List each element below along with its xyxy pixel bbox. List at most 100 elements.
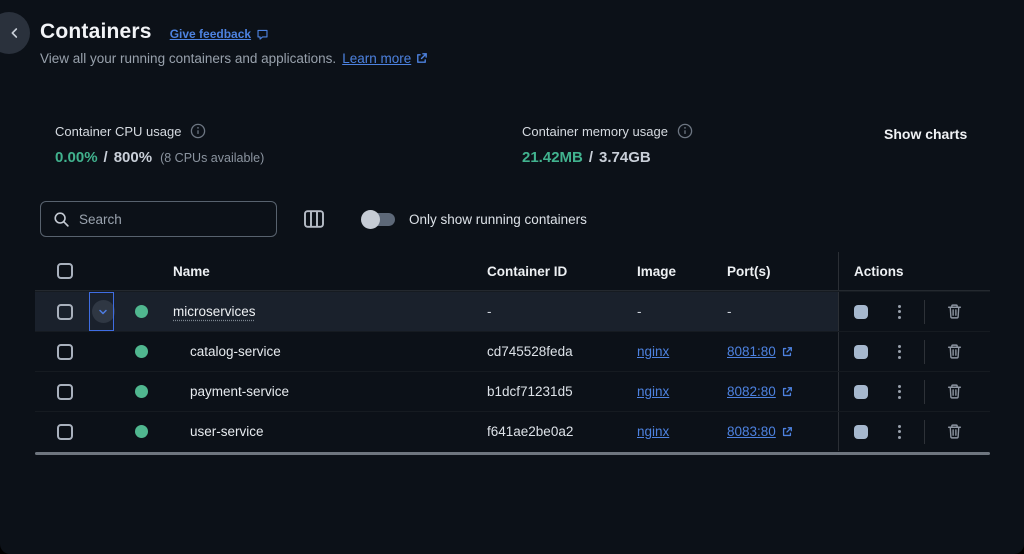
row-checkbox[interactable] (57, 304, 73, 320)
select-all-checkbox[interactable] (57, 263, 73, 279)
table-row-payment-service[interactable]: payment-service b1dcf71231d5 nginx 8082:… (35, 371, 990, 411)
running-only-toggle-label: Only show running containers (409, 212, 587, 227)
chevron-down-icon (97, 306, 109, 318)
stop-button[interactable] (854, 385, 868, 399)
stop-button[interactable] (854, 425, 868, 439)
cpu-note: (8 CPUs available) (160, 151, 264, 165)
give-feedback-label: Give feedback (170, 27, 251, 41)
search-box[interactable] (40, 201, 277, 237)
info-icon[interactable] (677, 123, 693, 139)
more-actions-button[interactable] (894, 341, 905, 363)
image-link[interactable]: nginx (637, 424, 669, 439)
toggle-knob (361, 210, 380, 229)
ports-cell: - (717, 292, 838, 331)
memory-usage-label: Container memory usage (522, 124, 668, 139)
external-link-icon (781, 346, 793, 358)
column-header-image: Image (627, 252, 717, 290)
container-id-cell: - (477, 292, 627, 331)
status-running-dot (135, 305, 148, 318)
delete-button[interactable] (946, 383, 963, 400)
stop-button[interactable] (854, 345, 868, 359)
subtitle-text: View all your running containers and app… (40, 51, 336, 66)
row-checkbox[interactable] (57, 384, 73, 400)
port-link[interactable]: 8081:80 (727, 344, 793, 359)
actions-divider (924, 300, 925, 324)
more-actions-button[interactable] (894, 301, 905, 323)
memory-total-value: 3.74GB (599, 149, 651, 166)
container-id-cell: f641ae2be0a2 (477, 412, 627, 451)
search-input[interactable] (79, 212, 264, 227)
image-cell: - (627, 292, 717, 331)
memory-separator: / (589, 149, 593, 166)
delete-button[interactable] (946, 423, 963, 440)
kebab-icon (898, 345, 901, 348)
trash-icon (946, 383, 963, 400)
search-icon (53, 211, 70, 228)
delete-button[interactable] (946, 343, 963, 360)
feedback-icon (256, 28, 269, 41)
status-running-dot (135, 385, 148, 398)
table-header-row: Name Container ID Image Port(s) Actions (35, 252, 990, 291)
container-name: user-service (190, 424, 264, 439)
cpu-separator: / (104, 149, 108, 166)
table-row-user-service[interactable]: user-service f641ae2be0a2 nginx 8083:80 (35, 411, 990, 451)
actions-divider (924, 420, 925, 444)
container-name: payment-service (190, 384, 289, 399)
memory-usage-stat: Container memory usage 21.42MB / 3.74GB (522, 123, 693, 166)
table-row-catalog-service[interactable]: catalog-service cd745528feda nginx 8081:… (35, 331, 990, 371)
external-link-icon (415, 52, 428, 65)
actions-divider (924, 380, 925, 404)
chevron-left-icon (7, 25, 23, 41)
port-link[interactable]: 8083:80 (727, 424, 793, 439)
external-link-icon (781, 386, 793, 398)
running-only-toggle[interactable] (363, 213, 395, 226)
trash-icon (946, 343, 963, 360)
column-header-container-id: Container ID (477, 252, 627, 290)
show-charts-button[interactable]: Show charts (884, 126, 967, 142)
row-checkbox[interactable] (57, 344, 73, 360)
collapse-group-button[interactable] (92, 300, 115, 323)
page-subtitle: View all your running containers and app… (40, 51, 428, 66)
kebab-icon (898, 425, 901, 428)
info-icon[interactable] (190, 123, 206, 139)
stop-icon (854, 385, 868, 399)
container-group-name[interactable]: microservices (173, 304, 256, 319)
stop-icon (854, 425, 868, 439)
image-link[interactable]: nginx (637, 344, 669, 359)
learn-more-link[interactable]: Learn more (342, 51, 428, 66)
trash-icon (946, 303, 963, 320)
kebab-icon (898, 305, 901, 308)
more-actions-button[interactable] (894, 381, 905, 403)
status-running-dot (135, 425, 148, 438)
status-running-dot (135, 345, 148, 358)
container-id-cell: b1dcf71231d5 (477, 372, 627, 411)
actions-divider (924, 340, 925, 364)
page-title: Containers (40, 20, 152, 44)
external-link-icon (781, 426, 793, 438)
horizontal-scrollbar[interactable] (35, 452, 990, 455)
cpu-usage-label: Container CPU usage (55, 124, 181, 139)
cpu-total-value: 800% (114, 149, 152, 166)
row-checkbox[interactable] (57, 424, 73, 440)
give-feedback-link[interactable]: Give feedback (170, 27, 269, 41)
stop-icon (854, 345, 868, 359)
table-row-microservices[interactable]: microservices - - - (35, 291, 990, 331)
container-name: catalog-service (190, 344, 281, 359)
delete-button[interactable] (946, 303, 963, 320)
memory-used-value: 21.42MB (522, 149, 583, 166)
port-link[interactable]: 8082:80 (727, 384, 793, 399)
column-settings-button[interactable] (302, 207, 326, 231)
stop-button[interactable] (854, 305, 868, 319)
container-id-cell: cd745528feda (477, 332, 627, 371)
columns-icon (302, 207, 326, 231)
back-button[interactable] (0, 12, 30, 54)
kebab-icon (898, 385, 901, 388)
column-header-actions: Actions (838, 252, 990, 290)
trash-icon (946, 423, 963, 440)
containers-page: Containers Give feedback View all your r… (0, 0, 1024, 554)
page-header: Containers Give feedback View all your r… (40, 20, 428, 66)
toggle-track (363, 213, 395, 226)
more-actions-button[interactable] (894, 421, 905, 443)
cpu-usage-stat: Container CPU usage 0.00% / 800% (8 CPUs… (55, 123, 264, 166)
image-link[interactable]: nginx (637, 384, 669, 399)
